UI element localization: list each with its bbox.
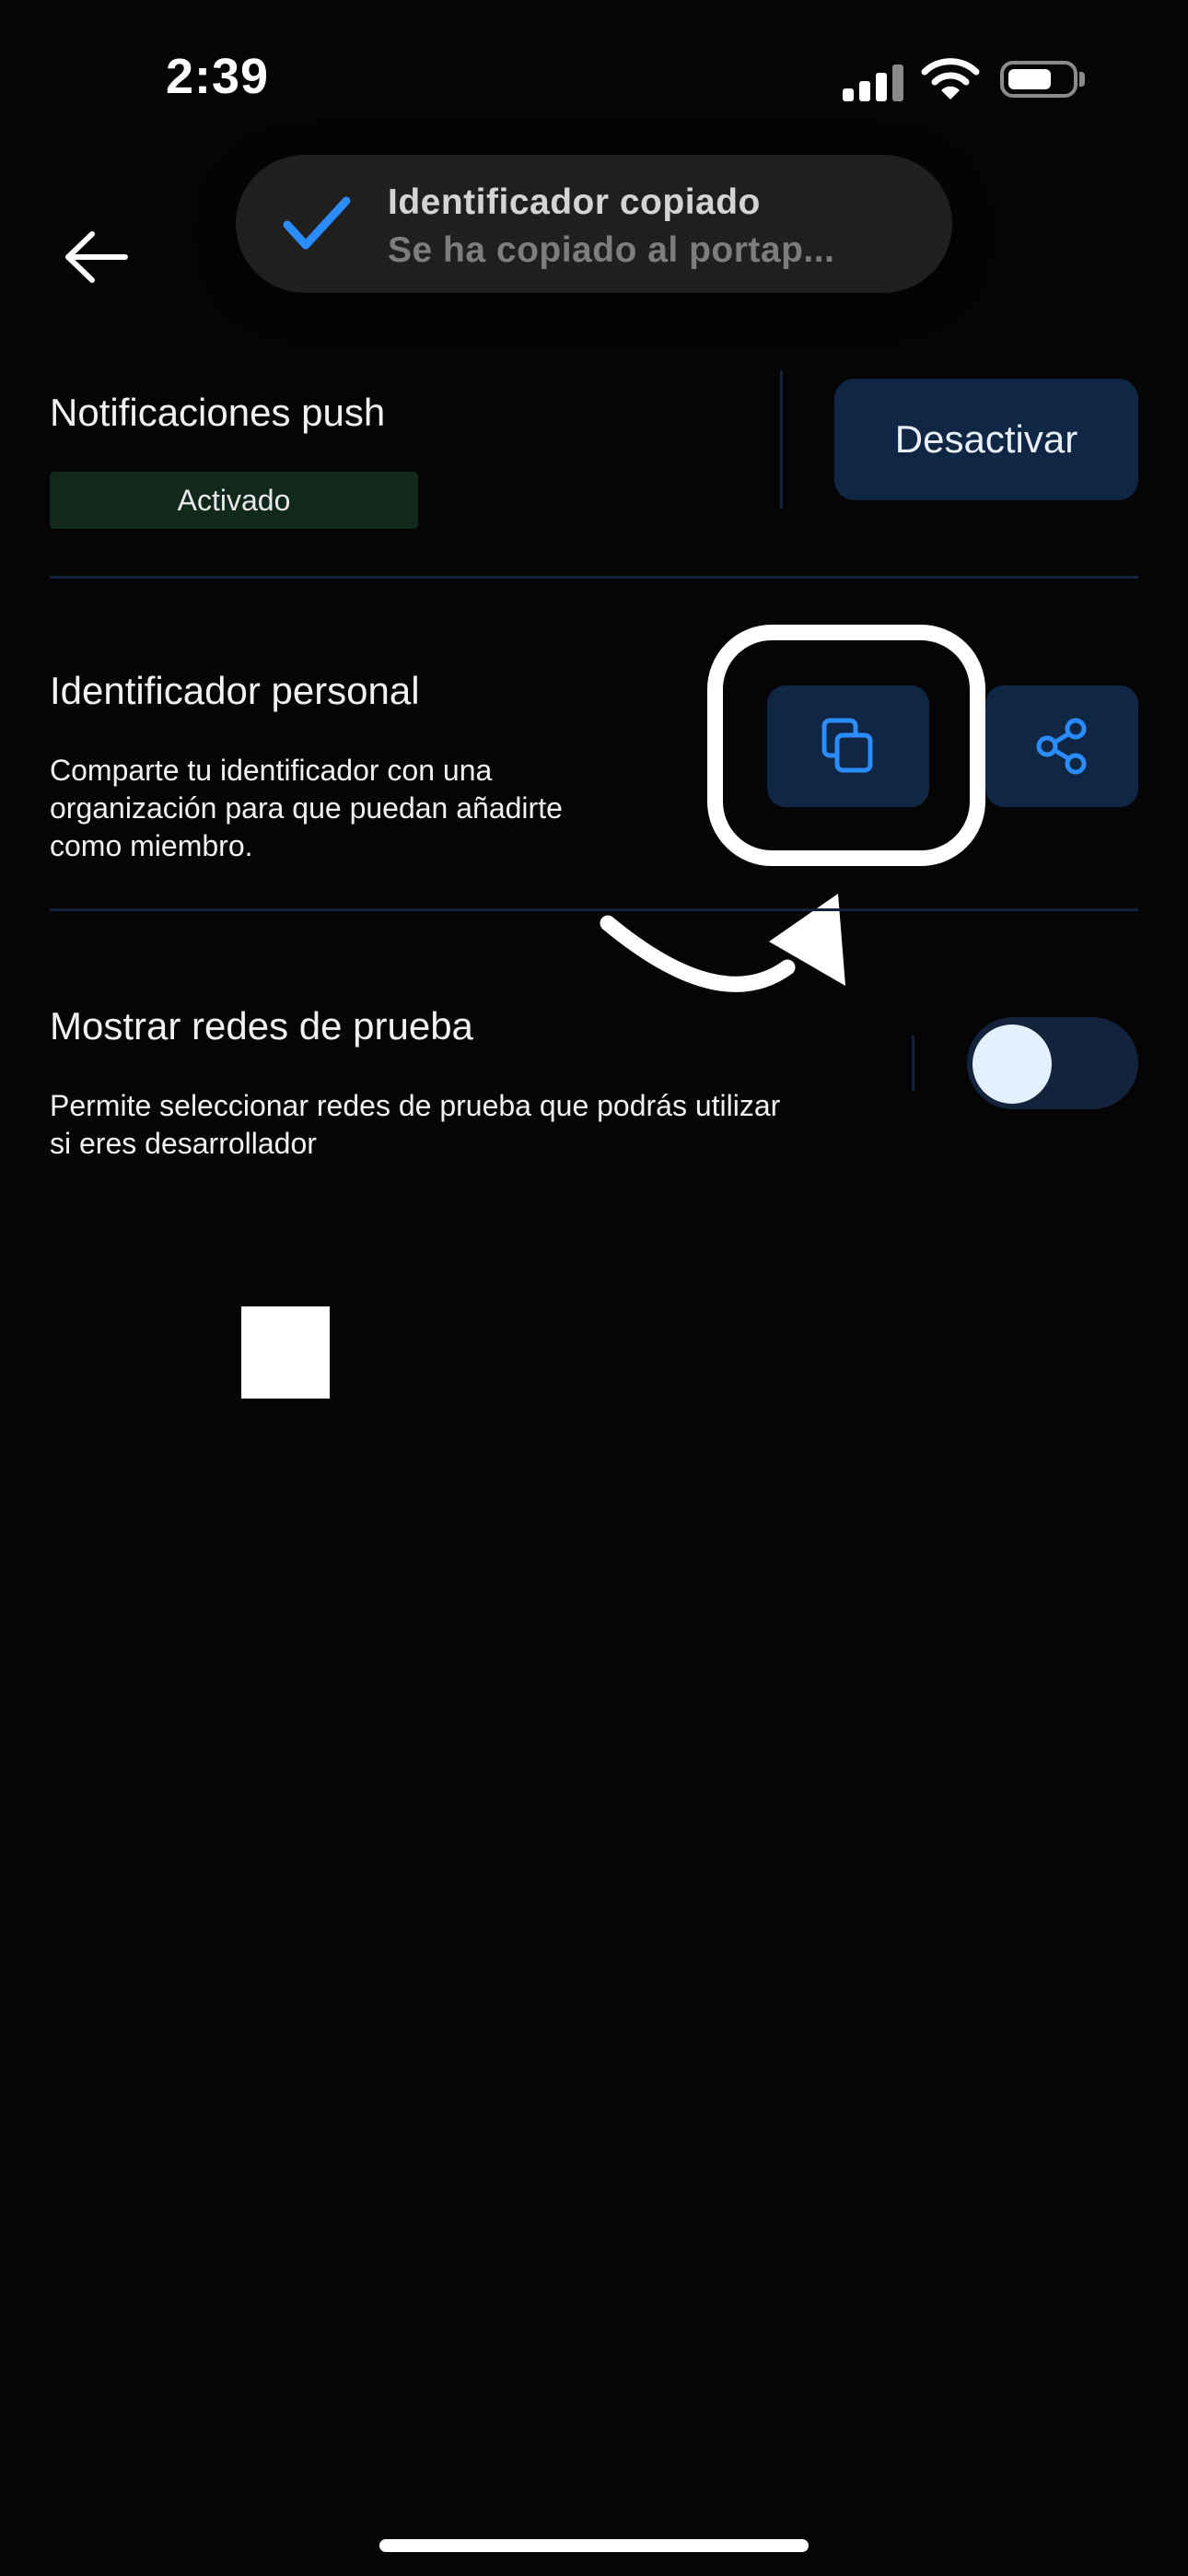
- deactivate-button[interactable]: Desactivar: [834, 379, 1138, 500]
- vertical-divider: [780, 370, 783, 509]
- personal-id-description: Comparte tu identificador con una organi…: [50, 752, 563, 865]
- notifications-heading: Notificaciones push: [50, 391, 386, 434]
- white-square: [241, 1306, 330, 1399]
- testnets-description: Permite seleccionar redes de prueba que …: [50, 1087, 780, 1163]
- wifi-icon: [921, 58, 980, 100]
- pointer-arrow-icon: [600, 894, 845, 992]
- vertical-divider: [912, 1036, 914, 1091]
- description-line: Permite seleccionar redes de prueba que …: [50, 1089, 781, 1122]
- highlight-ring: [707, 625, 985, 866]
- personal-id-heading: Identificador personal: [50, 669, 420, 712]
- toast-subtitle: Se ha copiado al portap...: [388, 230, 835, 270]
- arrow-left-icon[interactable]: [59, 225, 133, 289]
- status-badge: Activado: [50, 472, 418, 529]
- testnets-toggle[interactable]: [967, 1017, 1138, 1109]
- description-line: Comparte tu identificador con una: [50, 754, 493, 787]
- description-line: como miembro.: [50, 829, 253, 862]
- cellular-signal-icon: [843, 64, 903, 101]
- description-line: si eres desarrollador: [50, 1127, 317, 1160]
- battery-icon: [1000, 61, 1077, 98]
- toast-title: Identificador copiado: [388, 182, 761, 222]
- check-icon: [283, 196, 351, 250]
- testnets-heading: Mostrar redes de prueba: [50, 1004, 473, 1048]
- battery-cap: [1079, 72, 1085, 87]
- share-icon: [1036, 718, 1087, 775]
- section-divider: [50, 576, 1138, 579]
- share-id-button[interactable]: [985, 685, 1138, 807]
- description-line: organización para que puedan añadirte: [50, 791, 563, 825]
- copied-toast: Identificador copiado Se ha copiado al p…: [236, 155, 952, 293]
- home-indicator: [379, 2539, 809, 2552]
- section-divider: [50, 908, 1138, 911]
- toggle-knob: [973, 1025, 1052, 1104]
- status-time: 2:39: [166, 49, 270, 104]
